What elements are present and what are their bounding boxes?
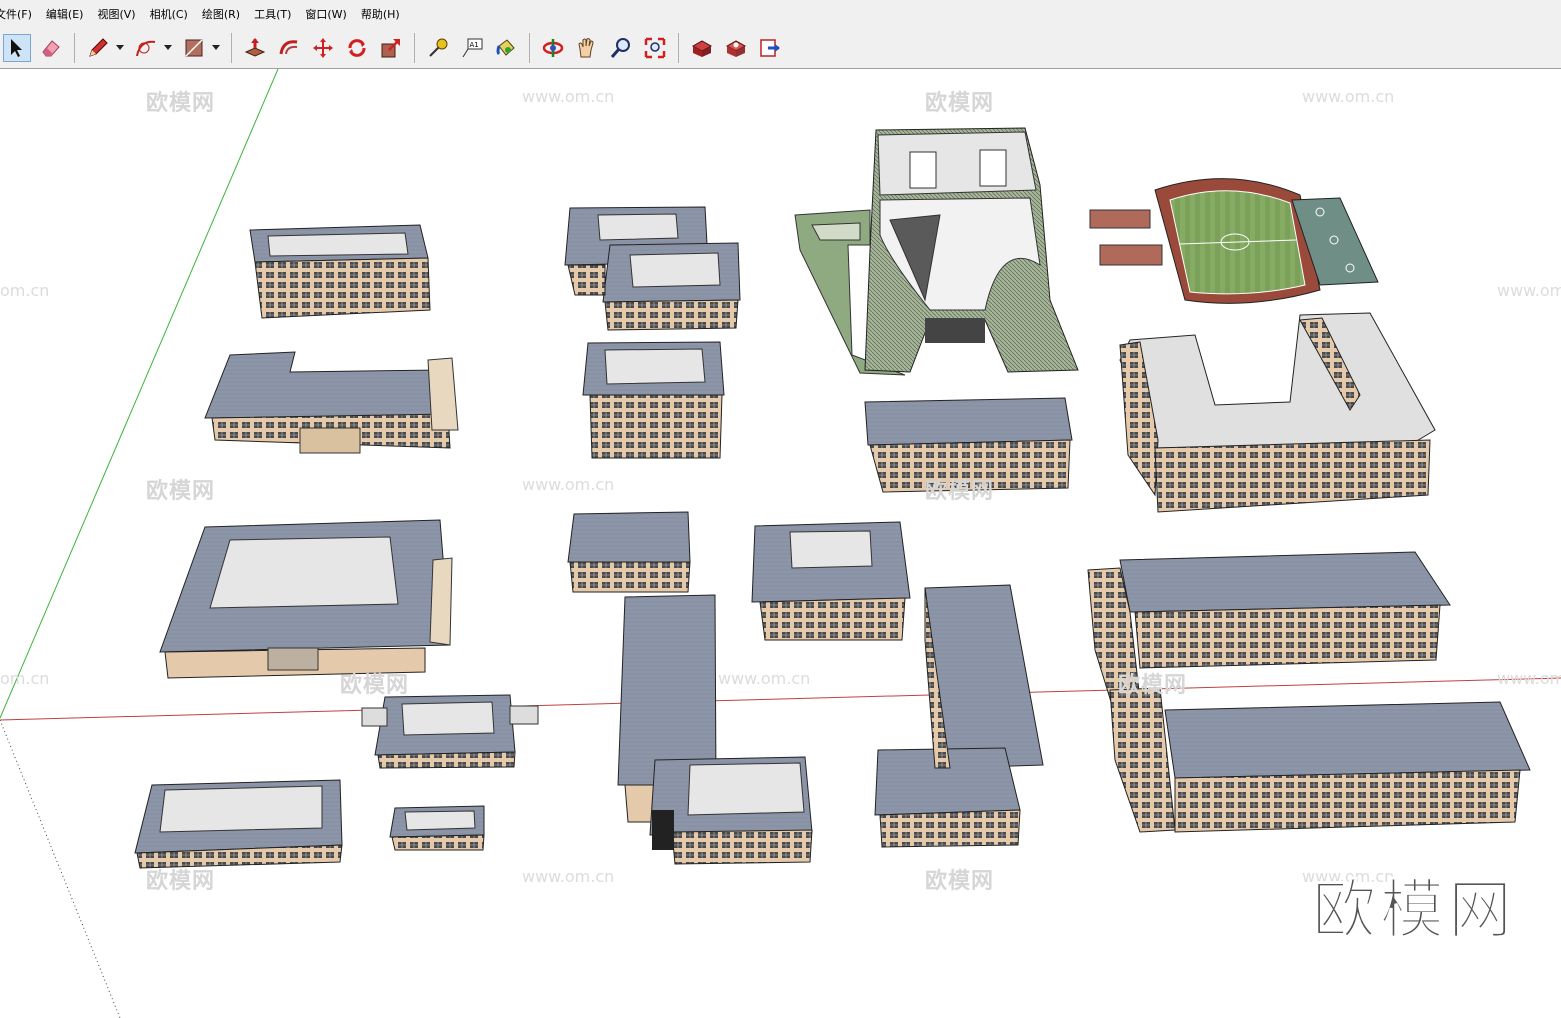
pencil-dropdown[interactable] [115, 34, 125, 62]
watermark-url: www.om.cn [1497, 669, 1561, 688]
warehouse-button[interactable] [688, 34, 716, 62]
zoom-tool-button[interactable] [607, 34, 635, 62]
main-toolbar: A1 [0, 28, 1561, 69]
watermark-text: 欧模网 [340, 673, 410, 698]
move-icon [313, 38, 333, 58]
orbit-icon [542, 39, 564, 57]
menu-view[interactable]: 视图(V) [90, 6, 142, 22]
central-library-building[interactable] [794, 127, 1079, 376]
zoom-extents-icon [644, 37, 666, 59]
orbit-tool-button[interactable] [539, 34, 567, 62]
push-pull-icon [244, 38, 266, 57]
building-m[interactable] [361, 694, 539, 769]
building-n[interactable] [134, 779, 343, 869]
push-pull-tool-button[interactable] [241, 34, 269, 62]
paint-bucket-tool-button[interactable] [492, 34, 520, 62]
model-viewport[interactable]: 欧模网 www.om.cn 欧模网 www.om.cn om.cn www.om… [0, 69, 1561, 1018]
extension-warehouse-button[interactable] [722, 34, 750, 62]
chevron-down-icon [116, 45, 124, 50]
svg-text:A1: A1 [470, 41, 479, 49]
brand-watermark: 欧模网 [1312, 874, 1516, 949]
watermark-url: www.om.cn [1302, 87, 1395, 106]
menu-draw[interactable]: 绘图(R) [195, 6, 247, 22]
paint-bucket-icon [496, 39, 515, 56]
send-to-layout-icon [760, 39, 780, 57]
watermark-text: 欧模网 [146, 91, 216, 116]
watermark-url: om.cn [0, 669, 50, 688]
tennis-courts[interactable] [1089, 209, 1163, 266]
pencil-tool-button[interactable] [84, 34, 112, 62]
building-f[interactable] [159, 519, 453, 679]
toolbar-separator [414, 33, 415, 63]
watermark-text: 欧模网 [925, 869, 995, 894]
scale-tool-button[interactable] [377, 34, 405, 62]
watermark-text: 欧模网 [1118, 673, 1188, 698]
arc-tool-button[interactable] [132, 34, 160, 62]
text-tool-button[interactable]: A1 [458, 34, 486, 62]
text-icon: A1 [462, 38, 483, 58]
select-tool-button[interactable] [3, 34, 31, 62]
watermark-text: 欧模网 [925, 479, 995, 504]
building-d[interactable] [582, 341, 725, 459]
zoom-icon [610, 38, 630, 58]
watermark-url: www.om.cn [522, 87, 615, 106]
menu-camera[interactable]: 相机(C) [143, 6, 195, 22]
building-o[interactable] [389, 805, 485, 851]
rectangle-icon [185, 39, 203, 57]
watermark-url: www.om.cn [522, 867, 615, 886]
watermark-text: 欧模网 [146, 479, 216, 504]
building-u-shape[interactable] [1119, 312, 1436, 513]
menu-help[interactable]: 帮助(H) [354, 6, 407, 22]
rotate-icon [348, 39, 366, 57]
chevron-down-icon [212, 45, 220, 50]
pan-tool-button[interactable] [573, 34, 601, 62]
building-b[interactable] [564, 206, 741, 331]
toolbar-separator [678, 33, 679, 63]
eraser-icon [42, 40, 60, 57]
arc-icon [136, 40, 156, 57]
menu-window[interactable]: 窗口(W) [298, 6, 353, 22]
watermark-url: www.om.cn [1497, 281, 1561, 300]
axis-dotted-line [0, 719, 121, 1018]
move-tool-button[interactable] [309, 34, 337, 62]
toolbar-separator [231, 33, 232, 63]
menu-file[interactable]: 文件(F) [0, 6, 39, 22]
watermark-url: www.om.cn [718, 669, 811, 688]
rectangle-tool-button[interactable] [180, 34, 208, 62]
tape-measure-tool-button[interactable] [424, 34, 452, 62]
toolbar-separator [529, 33, 530, 63]
pan-icon [578, 38, 594, 58]
building-g[interactable] [567, 511, 691, 593]
building-h[interactable] [751, 521, 911, 641]
rectangle-dropdown[interactable] [211, 34, 221, 62]
watermark-text: 欧模网 [925, 91, 995, 116]
sports-field[interactable] [1154, 178, 1321, 304]
extension-warehouse-icon [725, 40, 747, 57]
arc-dropdown[interactable] [163, 34, 173, 62]
menu-bar: 文件(F) 编辑(E) 视图(V) 相机(C) 绘图(R) 工具(T) 窗口(W… [0, 0, 1561, 28]
rotate-tool-button[interactable] [343, 34, 371, 62]
watermark-url: www.om.cn [522, 475, 615, 494]
menu-tools[interactable]: 工具(T) [247, 6, 298, 22]
offset-tool-button[interactable] [275, 34, 303, 62]
building-a[interactable] [249, 224, 431, 319]
offset-icon [279, 40, 298, 55]
send-to-layout-button[interactable] [756, 34, 784, 62]
toolbar-separator [74, 33, 75, 63]
warehouse-icon [691, 40, 713, 57]
building-l[interactable] [1109, 687, 1531, 833]
chevron-down-icon [164, 45, 172, 50]
zoom-extents-tool-button[interactable] [641, 34, 669, 62]
menu-edit[interactable]: 编辑(E) [39, 6, 91, 22]
watermark-text: 欧模网 [146, 869, 216, 894]
tape-measure-icon [429, 38, 448, 57]
watermark-url: om.cn [0, 281, 50, 300]
pencil-icon [89, 38, 108, 57]
building-c[interactable] [204, 351, 459, 454]
eraser-tool-button[interactable] [37, 34, 65, 62]
scale-icon [381, 39, 400, 58]
select-icon [11, 39, 22, 57]
